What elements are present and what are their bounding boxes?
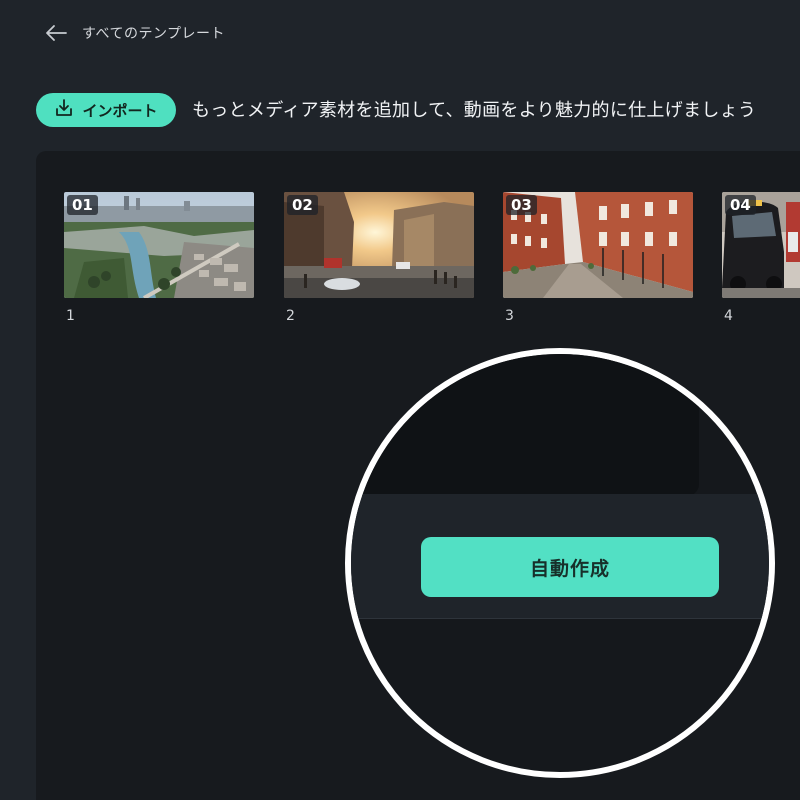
media-caption: 4	[724, 308, 733, 324]
import-hint-text: もっとメディア素材を追加して、動画をより魅力的に仕上げましょう	[192, 100, 757, 121]
media-item-3[interactable]: 03 3	[503, 192, 693, 324]
magnifier-content: 自動作成	[351, 354, 769, 772]
media-thumbnail[interactable]: 04	[722, 192, 800, 298]
app-root: すべてのテンプレート インポート もっとメディア素材を追加して、動画をより魅力的…	[0, 0, 800, 800]
media-badge: 03	[506, 195, 537, 215]
media-caption: 2	[286, 308, 295, 324]
import-button[interactable]: インポート	[36, 93, 176, 127]
back-to-templates[interactable]: すべてのテンプレート	[44, 20, 225, 46]
media-thumbnail[interactable]: 01	[64, 192, 254, 298]
magnifier-callout: 自動作成	[345, 348, 775, 778]
media-badge: 01	[67, 195, 98, 215]
media-item-4[interactable]: 04 4	[722, 192, 800, 324]
magnified-media-panel	[351, 354, 699, 496]
arrow-left-icon	[44, 23, 68, 43]
import-button-label: インポート	[82, 101, 158, 120]
media-badge: 04	[725, 195, 756, 215]
media-caption: 3	[505, 308, 514, 324]
media-badge: 02	[287, 195, 318, 215]
download-icon	[54, 98, 82, 122]
media-item-2[interactable]: 02 2	[284, 192, 474, 324]
auto-create-button[interactable]: 自動作成	[421, 537, 719, 597]
back-label: すべてのテンプレート	[82, 26, 226, 42]
media-thumbnail[interactable]: 03	[503, 192, 693, 298]
media-caption: 1	[66, 308, 75, 324]
media-item-1[interactable]: 01 1	[64, 192, 254, 324]
media-thumbnail[interactable]: 02	[284, 192, 474, 298]
